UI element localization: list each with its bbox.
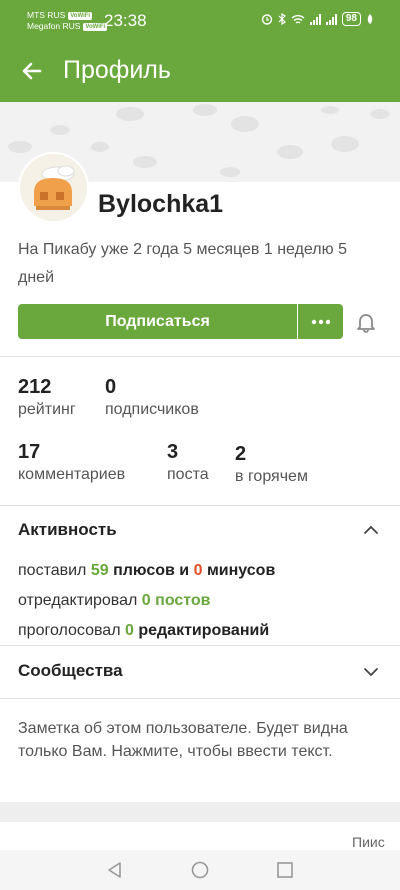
alarm-icon: [261, 14, 273, 25]
nav-back-icon[interactable]: [105, 860, 125, 880]
rating-label: рейтинг: [18, 401, 76, 418]
subscribers-value: 0: [105, 376, 117, 398]
divider: [0, 645, 400, 646]
back-arrow-icon[interactable]: [18, 57, 46, 85]
chevron-up-icon[interactable]: [362, 521, 380, 539]
more-button[interactable]: [298, 304, 343, 339]
subscribe-row: Подписаться: [18, 304, 343, 339]
communities-header[interactable]: Сообщества: [18, 661, 123, 681]
page-title: Профиль: [63, 56, 171, 84]
stat-hot[interactable]: 2 в горячем: [235, 442, 308, 488]
membership-duration: На Пикабу уже 2 года 5 месяцев 1 неделю …: [18, 241, 347, 286]
stat-subscribers[interactable]: 0 подписчиков: [105, 375, 199, 421]
pluses-count: 59: [90, 562, 109, 579]
wifi-icon: [291, 14, 305, 24]
edits-suffix: постов: [150, 592, 211, 609]
carrier-1: MTS RUS: [27, 10, 66, 20]
edits-prefix: отредактировал: [18, 592, 142, 609]
posts-label: поста: [167, 466, 209, 483]
app-bar: Профиль: [0, 40, 400, 102]
activity-moderation-line: проголосовал 0 редактирований: [18, 622, 269, 640]
carrier-info: MTS RUS VoWiFi Megafon RUS VoWiFi: [27, 10, 108, 32]
hot-label: в горячем: [235, 468, 308, 485]
activity-edits-line: отредактировал 0 постов: [18, 592, 211, 610]
chevron-down-icon[interactable]: [362, 663, 380, 681]
profile-tabs-peek: Пиис: [0, 822, 400, 850]
clock: 23:38: [104, 11, 147, 30]
system-icons: 98: [261, 12, 374, 26]
moderation-count: 0: [124, 622, 134, 639]
comments-value: 17: [18, 441, 41, 463]
signal-2-icon: [325, 13, 337, 25]
leaf-icon: [367, 14, 373, 24]
activity-votes-line: поставил 59 плюсов и 0 минусов: [18, 562, 275, 580]
bell-icon[interactable]: [355, 311, 377, 333]
activity-header[interactable]: Активность: [18, 520, 117, 540]
subscribers-label: подписчиков: [105, 401, 199, 418]
rating-value: 212: [18, 376, 52, 398]
nav-home-icon[interactable]: [190, 860, 210, 880]
user-note-field[interactable]: Заметка об этом пользователе. Будет видн…: [18, 717, 388, 763]
tab-label-partial[interactable]: Пиис: [352, 834, 385, 850]
signal-1-icon: [309, 13, 321, 25]
more-dots-icon: [311, 319, 330, 324]
vowifi-badge: VoWiFi: [68, 11, 93, 20]
votes-mid: плюсов и: [108, 562, 194, 579]
edits-count: 0: [141, 592, 151, 609]
minuses-count: 0: [193, 562, 203, 579]
votes-prefix: поставил: [18, 562, 91, 579]
bluetooth-icon: [278, 13, 286, 25]
divider: [0, 698, 400, 699]
carrier-2: Megafon RUS: [27, 21, 81, 31]
comments-label: комментариев: [18, 466, 126, 483]
stat-comments[interactable]: 17 комментариев: [18, 440, 125, 486]
stat-posts[interactable]: 3 поста: [167, 440, 209, 486]
avatar[interactable]: [18, 152, 89, 223]
bun-house-avatar-icon: [20, 154, 87, 221]
username: Bylochka1: [98, 190, 224, 218]
divider: [0, 356, 400, 357]
moderation-suffix: редактирований: [133, 622, 270, 639]
moderation-prefix: проголосовал: [18, 622, 125, 639]
votes-suffix: минусов: [202, 562, 276, 579]
section-separator: [0, 802, 400, 822]
stat-rating[interactable]: 212 рейтинг: [18, 375, 76, 421]
battery-indicator: 98: [341, 12, 361, 26]
divider: [0, 505, 400, 506]
hot-value: 2: [235, 443, 247, 465]
status-bar: MTS RUS VoWiFi Megafon RUS VoWiFi 23:38 98: [0, 0, 400, 40]
posts-value: 3: [167, 441, 179, 463]
nav-recents-icon[interactable]: [275, 860, 295, 880]
system-nav-bar: [0, 850, 400, 890]
subscribe-button[interactable]: Подписаться: [18, 304, 297, 339]
